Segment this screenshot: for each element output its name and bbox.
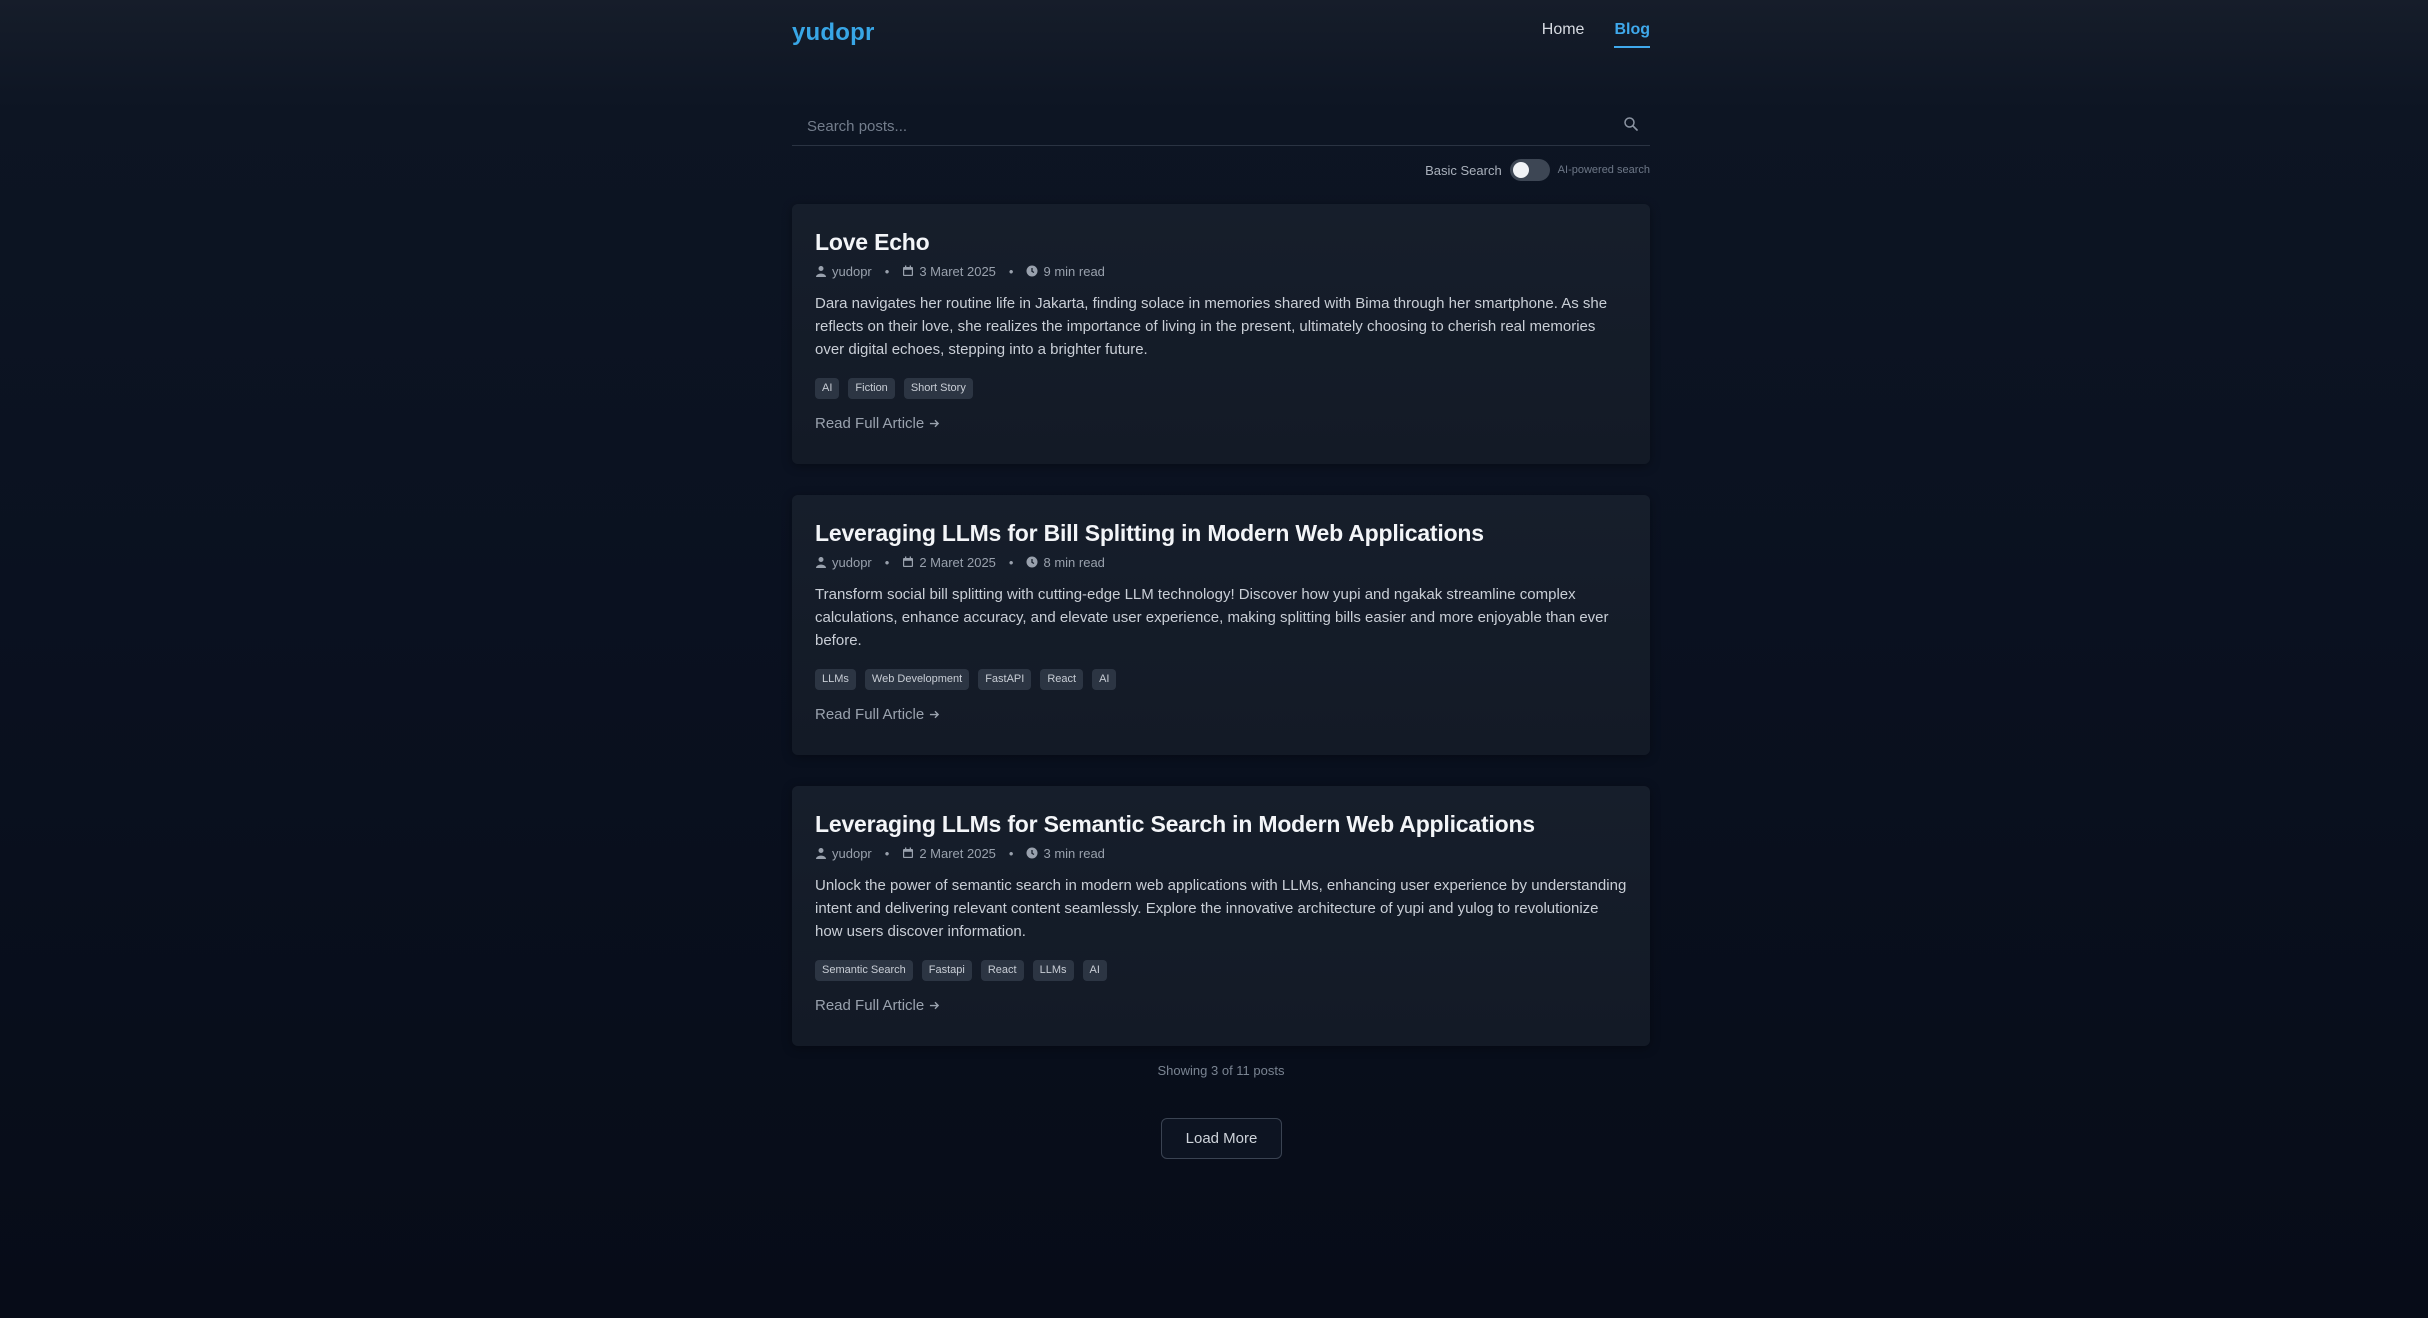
meta-separator: •	[884, 263, 890, 279]
post-excerpt: Dara navigates her routine life in Jakar…	[815, 295, 1608, 358]
post-read-time: 3 min read	[1043, 845, 1105, 861]
nav-blog-link[interactable]: Blog	[1614, 21, 1650, 48]
arrow-right-icon	[930, 1001, 940, 1010]
tag-chip[interactable]: AI	[815, 378, 840, 399]
post-title[interactable]: Leveraging LLMs for Semantic Search in M…	[815, 810, 1627, 838]
clock-icon	[1026, 847, 1038, 859]
post-card: Leveraging LLMs for Semantic Search in M…	[792, 786, 1650, 1046]
meta-separator: •	[1008, 554, 1014, 570]
post-tags: AI Fiction Short Story	[815, 378, 1627, 399]
tag-chip[interactable]: Fastapi	[921, 960, 972, 981]
search-mode-sublabel: AI-powered search	[1557, 164, 1650, 176]
post-date: 2 Maret 2025	[919, 845, 996, 861]
search-mode-switch[interactable]	[1509, 159, 1550, 181]
read-more-label: Read Full Article	[815, 997, 925, 1014]
post-read-time: 8 min read	[1043, 554, 1105, 570]
page-container: yudopr Home Blog Basic Search AI-powered…	[792, 0, 1650, 1159]
posts-count-text: Showing 3 of 11 posts	[1157, 1063, 1285, 1078]
tag-chip[interactable]: AI	[1082, 960, 1107, 981]
tag-chip[interactable]: React	[980, 960, 1024, 981]
read-full-article-link[interactable]: Read Full Article	[815, 997, 1627, 1014]
post-title[interactable]: Love Echo	[815, 228, 1627, 256]
user-icon	[816, 557, 826, 568]
user-icon	[816, 848, 826, 859]
tag-chip[interactable]: AI	[1092, 669, 1117, 690]
post-author: yudopr	[832, 554, 872, 570]
read-more-label: Read Full Article	[815, 706, 925, 723]
tag-chip[interactable]: Short Story	[903, 378, 973, 399]
post-date: 3 Maret 2025	[919, 263, 996, 279]
meta-separator: •	[1008, 845, 1014, 861]
arrow-right-icon	[930, 419, 940, 428]
post-excerpt: Transform social bill splitting with cut…	[815, 586, 1609, 649]
post-author: yudopr	[832, 263, 872, 279]
tag-chip[interactable]: LLMs	[1032, 960, 1074, 981]
post-meta: yudopr • 2 Maret 2025 • 8 min read	[815, 553, 1627, 571]
load-more-button[interactable]: Load More	[1161, 1118, 1282, 1159]
clock-icon	[1026, 265, 1038, 277]
search-mode-toggle-row: Basic Search AI-powered search	[1425, 159, 1650, 181]
read-full-article-link[interactable]: Read Full Article	[815, 706, 1627, 723]
search-bar	[792, 108, 1650, 146]
tag-chip[interactable]: Semantic Search	[815, 960, 913, 981]
search-icon[interactable]	[1622, 115, 1640, 133]
site-header: yudopr Home Blog	[792, 0, 1650, 62]
post-tags: Semantic Search Fastapi React LLMs AI	[815, 960, 1627, 981]
arrow-right-icon	[930, 710, 940, 719]
post-meta: yudopr • 2 Maret 2025 • 3 min read	[815, 844, 1627, 862]
main-nav: Home Blog	[1542, 21, 1650, 48]
post-meta: yudopr • 3 Maret 2025 • 9 min read	[815, 262, 1627, 280]
post-title[interactable]: Leveraging LLMs for Bill Splitting in Mo…	[815, 519, 1627, 547]
post-card: Leveraging LLMs for Bill Splitting in Mo…	[792, 495, 1650, 755]
post-read-time: 9 min read	[1043, 263, 1105, 279]
search-input[interactable]	[792, 108, 1650, 144]
switch-knob	[1512, 162, 1529, 178]
tag-chip[interactable]: Web Development	[864, 669, 970, 690]
calendar-icon	[903, 265, 914, 276]
post-author: yudopr	[832, 845, 872, 861]
tag-chip[interactable]: React	[1040, 669, 1084, 690]
meta-separator: •	[884, 845, 890, 861]
calendar-icon	[903, 847, 914, 858]
nav-home-link[interactable]: Home	[1542, 21, 1585, 48]
post-excerpt: Unlock the power of semantic search in m…	[815, 877, 1627, 940]
read-more-label: Read Full Article	[815, 415, 925, 432]
site-logo[interactable]: yudopr	[792, 19, 875, 47]
tag-chip[interactable]: LLMs	[815, 669, 856, 690]
search-mode-label: Basic Search	[1425, 162, 1502, 178]
post-date: 2 Maret 2025	[919, 554, 996, 570]
post-card: Love Echo yudopr • 3 Maret 2025 • 9 min …	[792, 204, 1650, 464]
meta-separator: •	[1008, 263, 1014, 279]
tag-chip[interactable]: FastAPI	[978, 669, 1032, 690]
tag-chip[interactable]: Fiction	[848, 378, 895, 399]
read-full-article-link[interactable]: Read Full Article	[815, 415, 1627, 432]
post-tags: LLMs Web Development FastAPI React AI	[815, 669, 1627, 690]
user-icon	[816, 266, 826, 277]
meta-separator: •	[884, 554, 890, 570]
calendar-icon	[903, 556, 914, 567]
clock-icon	[1026, 556, 1038, 568]
